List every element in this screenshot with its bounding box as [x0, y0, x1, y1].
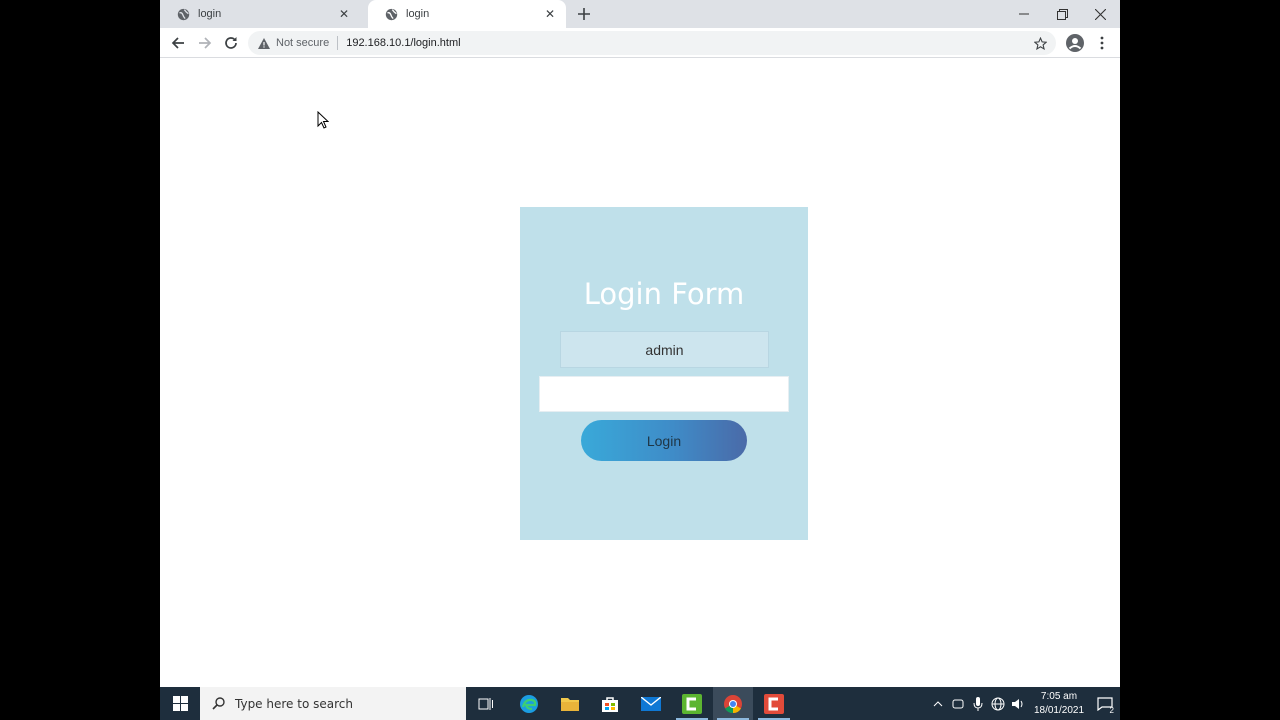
url-text[interactable]: 192.168.10.1/login.html [346, 37, 460, 49]
camtasia-red-icon[interactable] [754, 687, 794, 720]
meet-now-icon[interactable] [948, 687, 968, 720]
username-input[interactable] [560, 331, 769, 368]
close-tab-icon[interactable]: ✕ [336, 6, 352, 22]
notification-count: 2 [1109, 706, 1114, 715]
taskbar-search[interactable]: Type here to search [200, 687, 466, 720]
chrome-icon[interactable] [713, 687, 753, 720]
browser-toolbar: Not secure 192.168.10.1/login.html [160, 28, 1120, 58]
warning-icon[interactable] [258, 37, 270, 49]
login-button[interactable]: Login [581, 420, 747, 461]
search-icon [212, 697, 225, 710]
divider [337, 36, 339, 50]
chevron-up-icon[interactable] [928, 687, 948, 720]
store-icon[interactable] [590, 687, 630, 720]
form-title: Login Form [583, 277, 745, 311]
address-bar[interactable]: Not secure 192.168.10.1/login.html [248, 31, 1056, 55]
start-button[interactable] [160, 687, 200, 720]
microphone-icon[interactable] [968, 687, 988, 720]
volume-icon[interactable] [1008, 687, 1028, 720]
browser-window: login ✕ login ✕ Not secure 192.168.10.1/… [160, 0, 1120, 720]
search-placeholder: Type here to search [235, 696, 353, 711]
tab-login-2[interactable]: login ✕ [368, 0, 566, 28]
tab-title: login [198, 8, 222, 20]
close-tab-icon[interactable]: ✕ [542, 6, 558, 22]
file-explorer-icon[interactable] [550, 687, 590, 720]
edge-icon[interactable] [509, 687, 549, 720]
network-globe-icon[interactable] [988, 687, 1008, 720]
system-tray: 7:05 am 18/01/2021 2 [928, 687, 1120, 720]
forward-button[interactable] [196, 34, 214, 52]
menu-dots-icon[interactable] [1093, 34, 1111, 52]
globe-icon [385, 8, 398, 21]
back-button[interactable] [169, 34, 187, 52]
globe-icon [177, 8, 190, 21]
mail-icon[interactable] [631, 687, 671, 720]
clock-time: 7:05 am [1040, 690, 1078, 702]
windows-taskbar: Type here to search 7:05 am 18/01/2021 2 [160, 687, 1120, 720]
new-tab-button[interactable] [574, 5, 594, 23]
mouse-cursor-icon [317, 110, 330, 134]
tab-strip: login ✕ login ✕ [160, 0, 1120, 28]
reload-button[interactable] [222, 34, 240, 52]
task-view-icon[interactable] [466, 687, 506, 720]
profile-avatar-icon[interactable] [1066, 34, 1084, 52]
tab-title: login [406, 8, 430, 20]
close-window-button[interactable] [1081, 0, 1119, 28]
page-content: Login Form Login [160, 59, 1120, 687]
login-card: Login Form Login [520, 207, 808, 540]
notification-center-icon[interactable]: 2 [1090, 687, 1120, 720]
clock-date: 18/01/2021 [1033, 704, 1085, 716]
tab-login-1[interactable]: login ✕ [160, 0, 360, 28]
password-input[interactable] [539, 376, 789, 412]
clock[interactable]: 7:05 am 18/01/2021 [1028, 690, 1090, 718]
restore-button[interactable] [1043, 0, 1081, 28]
security-label[interactable]: Not secure [276, 37, 329, 49]
bookmark-star-icon[interactable] [1032, 35, 1048, 51]
camtasia-green-icon[interactable] [672, 687, 712, 720]
minimize-button[interactable] [1005, 0, 1043, 28]
